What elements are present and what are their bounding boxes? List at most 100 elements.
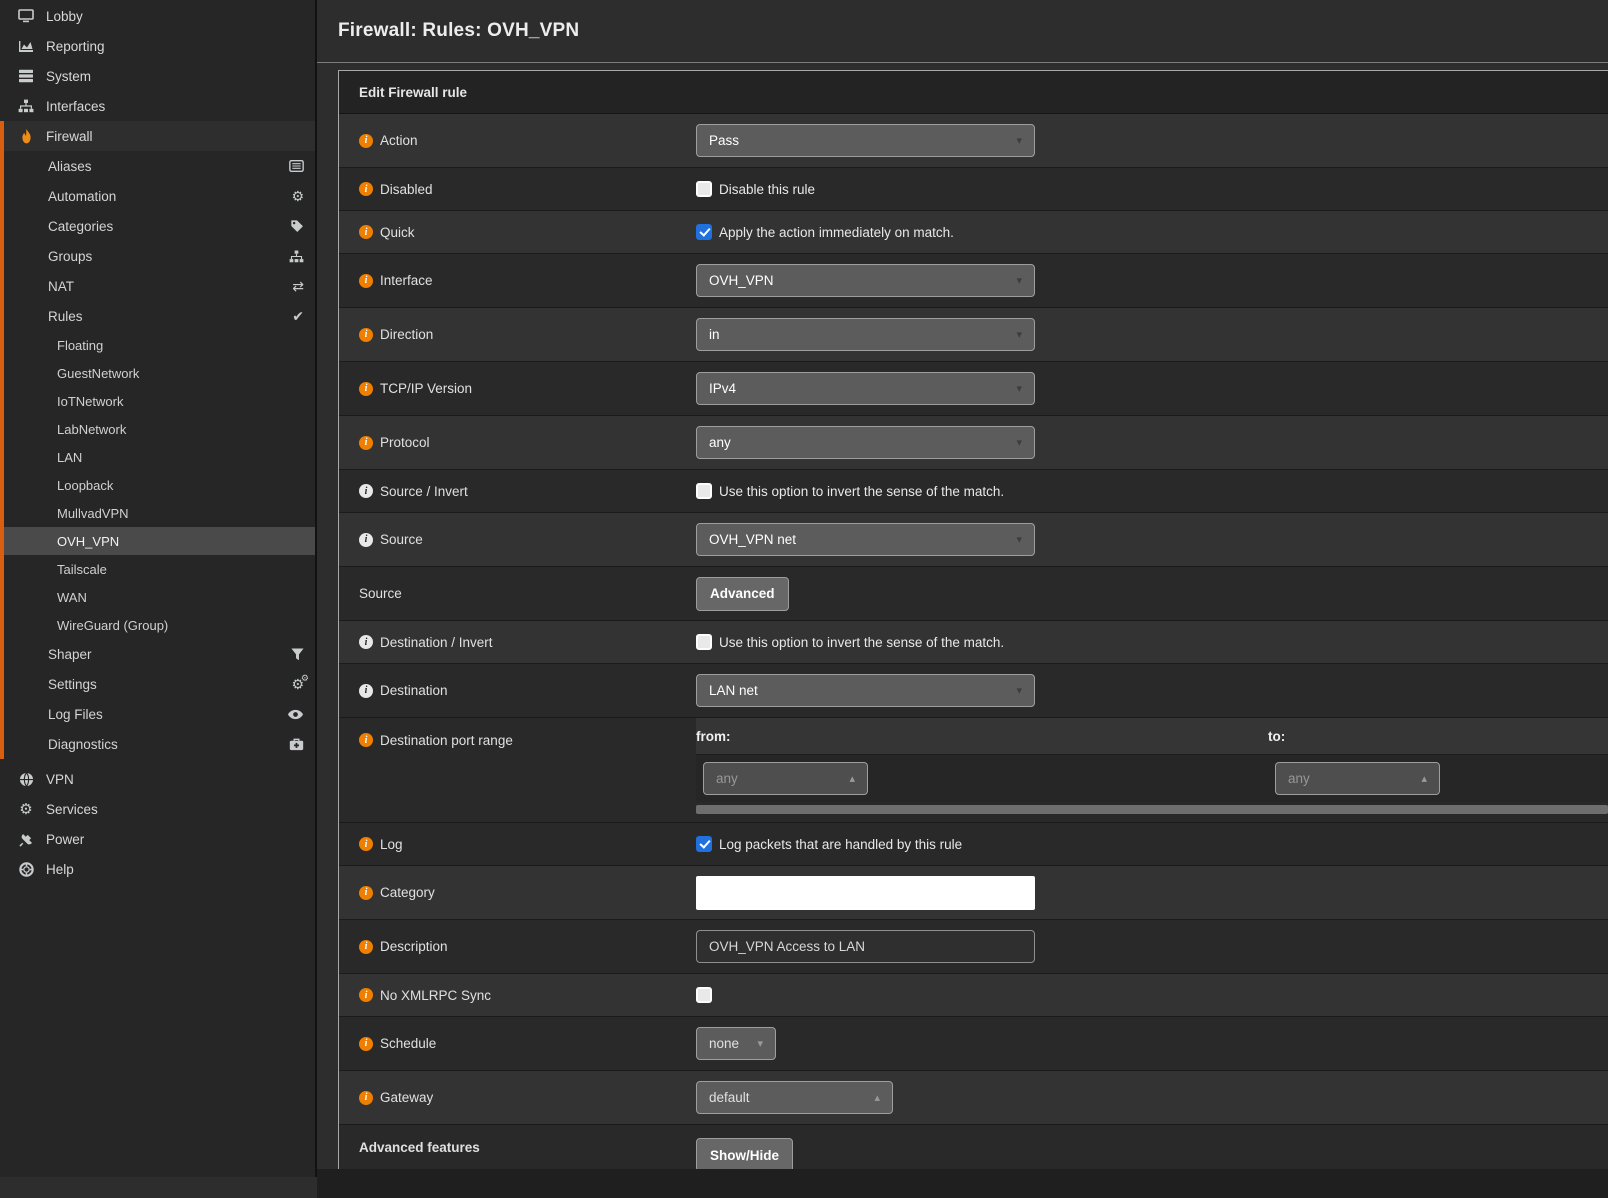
medkit-icon — [289, 738, 304, 751]
globe-icon — [17, 772, 35, 787]
category-input[interactable] — [696, 876, 1035, 910]
source-invert-checkbox[interactable] — [696, 483, 712, 499]
sidebar-rule-guestnetwork[interactable]: GuestNetwork — [4, 359, 315, 387]
form-row-protocol: iProtocol any▾ — [339, 415, 1608, 469]
page-bottom-area — [317, 1169, 1608, 1198]
info-icon: i — [359, 182, 373, 196]
info-icon: i — [359, 225, 373, 239]
port-range-header: from: to: — [696, 718, 1608, 755]
sidebar-item-aliases[interactable]: Aliases — [4, 151, 315, 181]
disabled-checkbox[interactable] — [696, 181, 712, 197]
sidebar-item-help[interactable]: Help — [0, 854, 315, 884]
exchange-icon: ⇄ — [292, 278, 304, 295]
form-row-source-advanced: Source Advanced — [339, 566, 1608, 620]
info-icon: i — [359, 436, 373, 450]
sidebar-item-rules[interactable]: Rules ✔ — [4, 301, 315, 331]
source-advanced-button[interactable]: Advanced — [696, 577, 789, 611]
sidebar-rule-ovh-vpn-selected[interactable]: OVH_VPN — [4, 527, 315, 555]
protocol-select[interactable]: any▾ — [696, 426, 1035, 459]
main-content: Firewall: Rules: OVH_VPN Edit Firewall r… — [317, 0, 1608, 1177]
chevron-down-icon: ▾ — [1016, 274, 1022, 287]
sidebar-item-log-files[interactable]: Log Files — [4, 699, 315, 729]
sidebar-item-reporting[interactable]: Reporting — [0, 31, 315, 61]
panel-title: Edit Firewall rule — [339, 71, 1608, 114]
destination-invert-checkbox[interactable] — [696, 634, 712, 650]
sidebar-rule-wireguard-group[interactable]: WireGuard (Group) — [4, 611, 315, 639]
sidebar-item-power[interactable]: Power — [0, 824, 315, 854]
form-row-log: iLog Log packets that are handled by thi… — [339, 822, 1608, 865]
form-row-advanced-features: Advanced features Show/Hide — [339, 1124, 1608, 1169]
destination-select[interactable]: LAN net▾ — [696, 674, 1035, 707]
sidebar-rule-tailscale[interactable]: Tailscale — [4, 555, 315, 583]
sidebar-rule-floating[interactable]: Floating — [4, 331, 315, 359]
info-icon: i — [359, 837, 373, 851]
sidebar: Lobby Reporting System Interfaces — [0, 0, 317, 1177]
sidebar-item-lobby[interactable]: Lobby — [0, 1, 315, 31]
form-row-source-invert: iSource / Invert Use this option to inve… — [339, 469, 1608, 512]
sidebar-rule-labnetwork[interactable]: LabNetwork — [4, 415, 315, 443]
sidebar-item-nat[interactable]: NAT ⇄ — [4, 271, 315, 301]
sidebar-item-label: Lobby — [46, 9, 83, 24]
sidebar-item-firewall[interactable]: Firewall — [4, 121, 315, 151]
sidebar-item-interfaces[interactable]: Interfaces — [0, 91, 315, 121]
chevron-down-icon: ▾ — [1016, 684, 1022, 697]
sitemap-icon — [17, 99, 35, 113]
sidebar-item-services[interactable]: ⚙ Services — [0, 794, 315, 824]
log-checkbox[interactable] — [696, 836, 712, 852]
show-hide-button[interactable]: Show/Hide — [696, 1138, 793, 1169]
sidebar-rule-loopback[interactable]: Loopback — [4, 471, 315, 499]
sidebar-item-categories[interactable]: Categories — [4, 211, 315, 241]
sidebar-item-settings[interactable]: Settings ⚙⚙ — [4, 669, 315, 699]
chevron-down-icon: ▾ — [1016, 533, 1022, 546]
form-row-destination: iDestination LAN net▾ — [339, 663, 1608, 717]
sidebar-item-shaper[interactable]: Shaper — [4, 639, 315, 669]
server-icon — [17, 69, 35, 83]
sidebar-rule-lan[interactable]: LAN — [4, 443, 315, 471]
form-row-schedule: iSchedule none▾ — [339, 1016, 1608, 1070]
quick-checkbox[interactable] — [696, 224, 712, 240]
chevron-down-icon: ▾ — [1016, 328, 1022, 341]
sidebar-item-groups[interactable]: Groups — [4, 241, 315, 271]
form-row-category: iCategory — [339, 865, 1608, 919]
sidebar-rule-mullvadvpn[interactable]: MullvadVPN — [4, 499, 315, 527]
direction-select[interactable]: in▾ — [696, 318, 1035, 351]
eye-icon — [287, 709, 304, 720]
info-icon: i — [359, 886, 373, 900]
sidebar-item-vpn[interactable]: VPN — [0, 764, 315, 794]
info-icon: i — [359, 733, 373, 747]
horizontal-scrollbar[interactable] — [696, 805, 1608, 814]
port-to-select[interactable]: any▴ — [1275, 762, 1440, 795]
sidebar-rule-wan[interactable]: WAN — [4, 583, 315, 611]
sidebar-item-label: Help — [46, 862, 74, 877]
life-ring-icon — [17, 862, 35, 877]
page-title: Firewall: Rules: OVH_VPN — [338, 20, 579, 42]
sidebar-item-automation[interactable]: Automation ⚙ — [4, 181, 315, 211]
sidebar-item-system[interactable]: System — [0, 61, 315, 91]
form-row-source: iSource OVH_VPN net▾ — [339, 512, 1608, 566]
gear-icon: ⚙ — [291, 188, 304, 205]
source-select[interactable]: OVH_VPN net▾ — [696, 523, 1035, 556]
interface-select[interactable]: OVH_VPN▾ — [696, 264, 1035, 297]
port-from-select[interactable]: any▴ — [703, 762, 868, 795]
info-icon: i — [359, 1037, 373, 1051]
form-row-destination-invert: iDestination / Invert Use this option to… — [339, 620, 1608, 663]
gateway-select[interactable]: default▴ — [696, 1081, 893, 1114]
action-select[interactable]: Pass▾ — [696, 124, 1035, 157]
fire-icon — [17, 129, 35, 144]
chevron-down-icon: ▾ — [1016, 436, 1022, 449]
description-input[interactable] — [696, 930, 1035, 963]
page-header: Firewall: Rules: OVH_VPN — [317, 0, 1608, 63]
ip-version-select[interactable]: IPv4▾ — [696, 372, 1035, 405]
tag-icon — [290, 219, 304, 233]
sidebar-item-diagnostics[interactable]: Diagnostics — [4, 729, 315, 759]
info-icon: i — [359, 1091, 373, 1105]
sidebar-rule-iotnetwork[interactable]: IoTNetwork — [4, 387, 315, 415]
gear-icon: ⚙ — [17, 800, 35, 818]
info-icon: i — [359, 940, 373, 954]
sidebar-item-label: Services — [46, 802, 98, 817]
chevron-down-icon: ▾ — [757, 1037, 763, 1050]
schedule-select[interactable]: none▾ — [696, 1027, 776, 1060]
no-xmlrpc-checkbox[interactable] — [696, 987, 712, 1003]
info-icon: i — [359, 635, 373, 649]
sidebar-item-label: Interfaces — [46, 99, 105, 114]
